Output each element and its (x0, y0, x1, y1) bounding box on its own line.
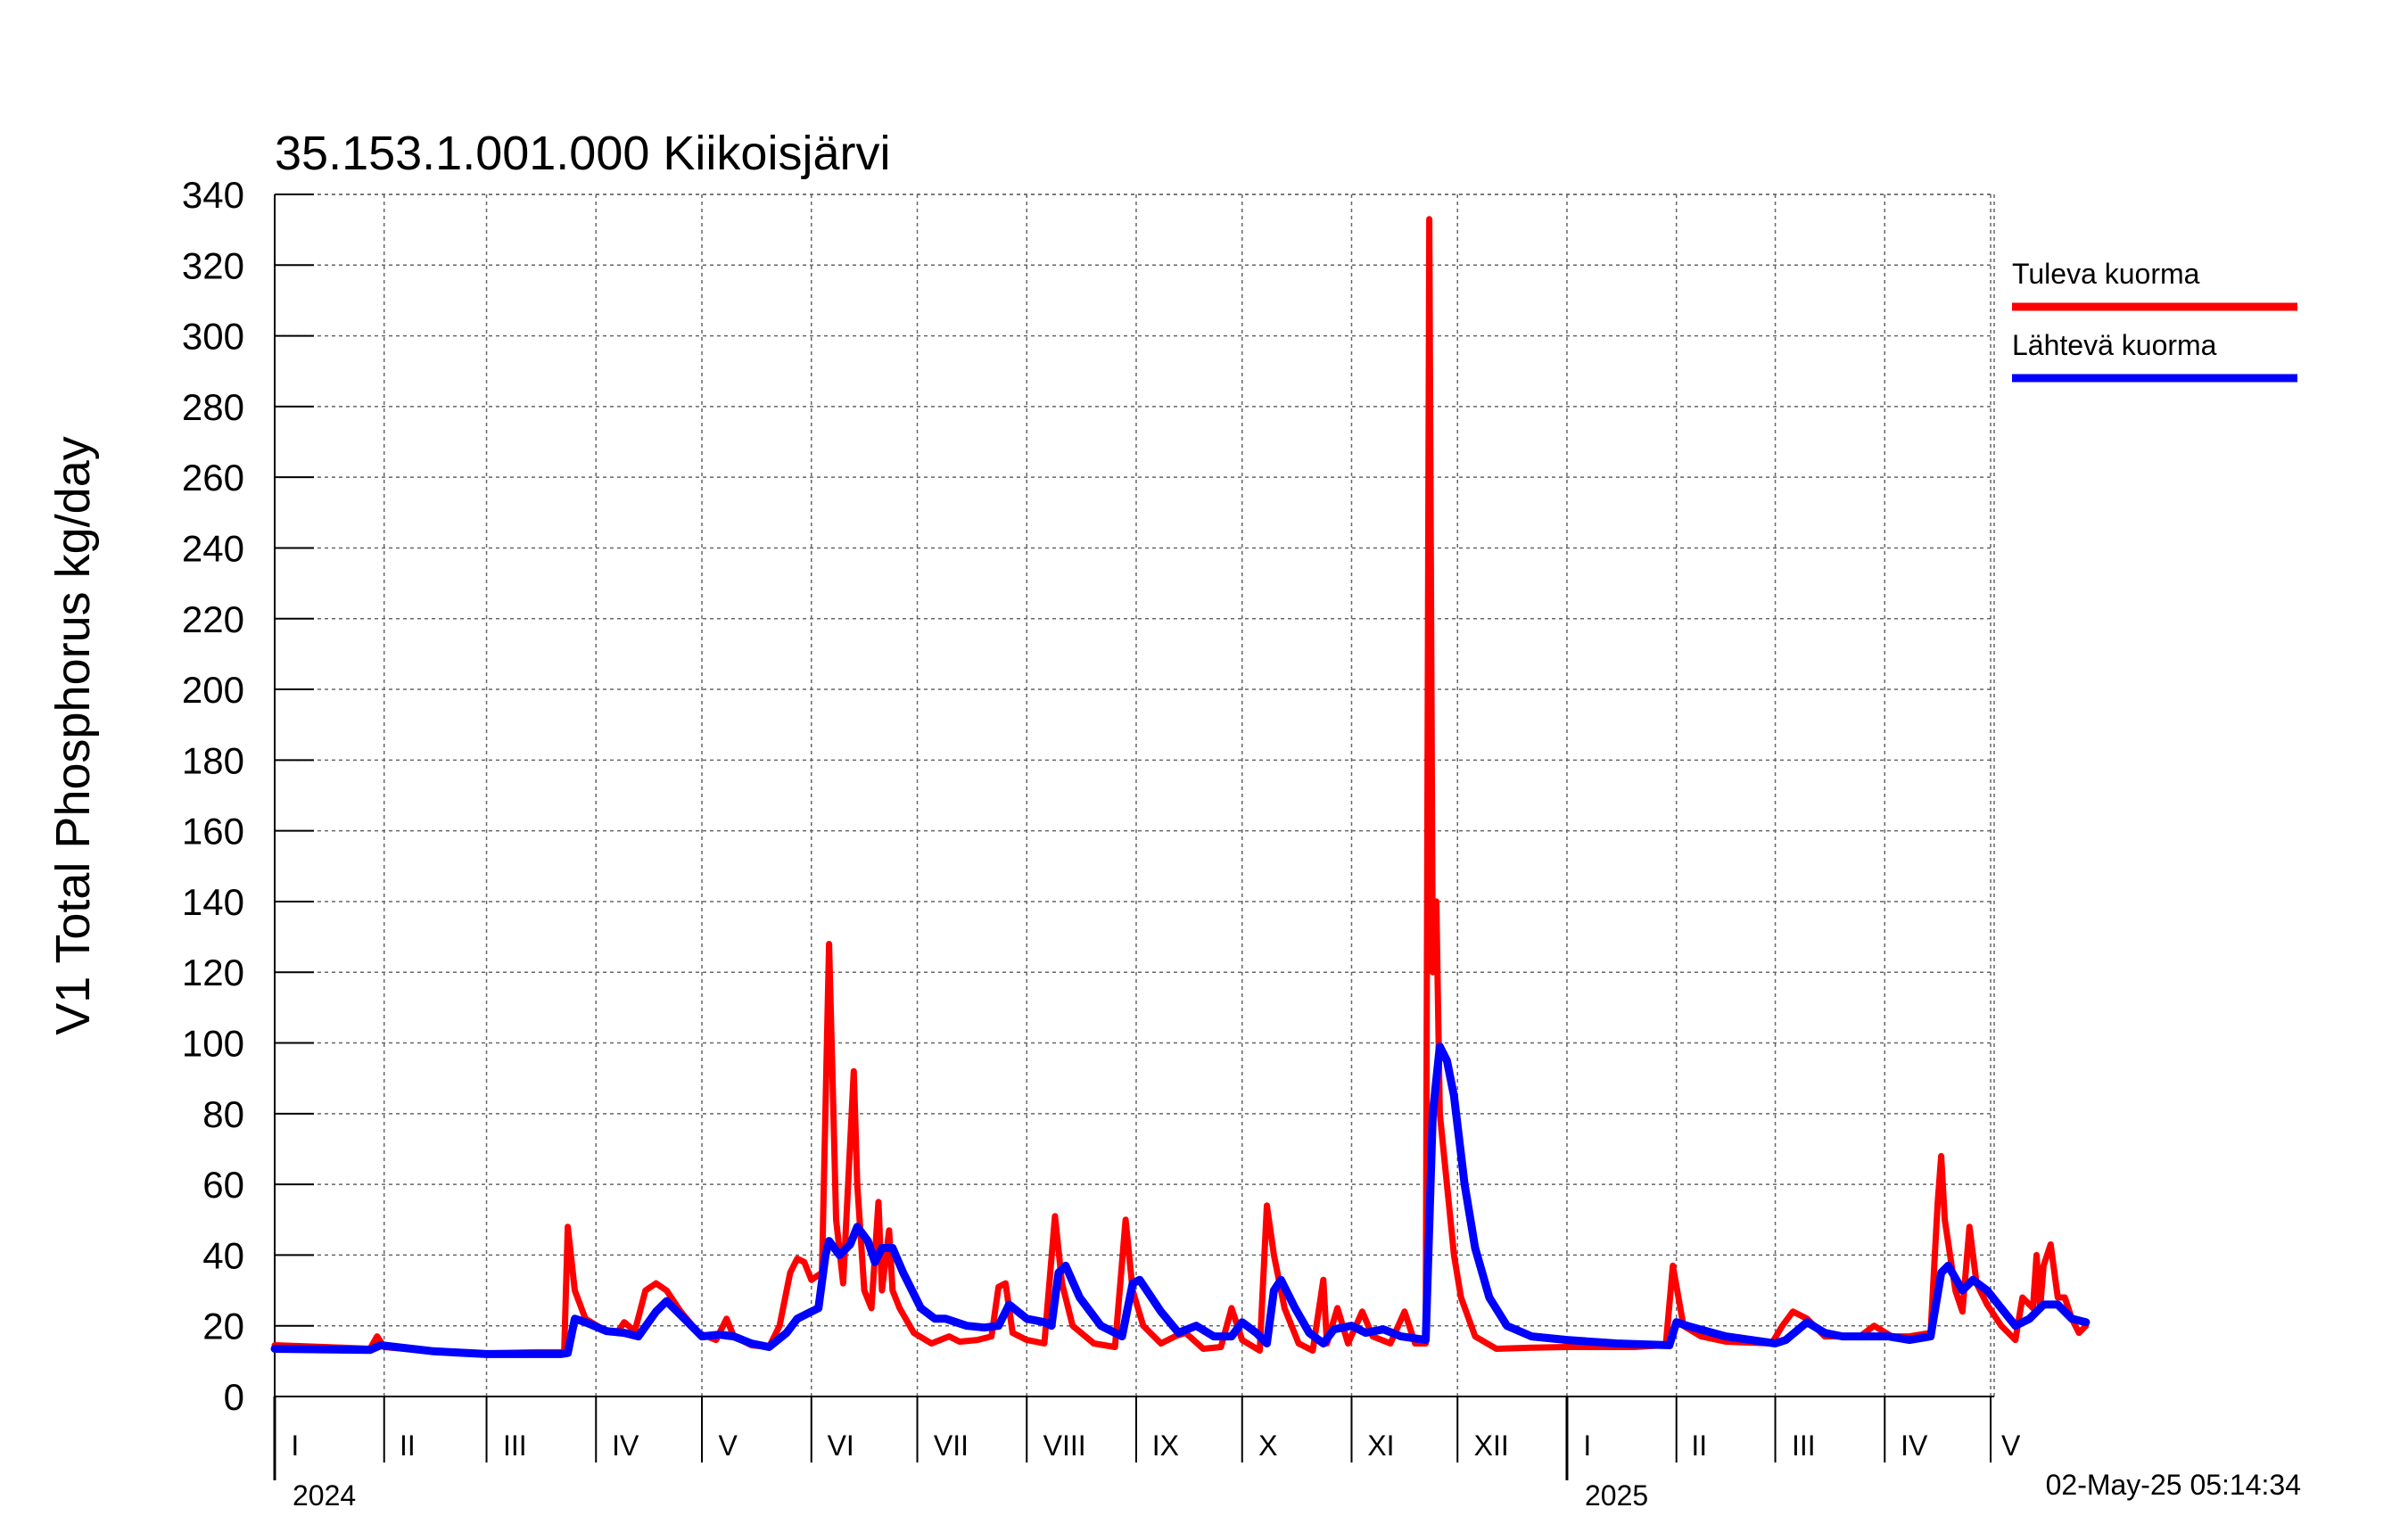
grid (275, 194, 1995, 1397)
y-tick-label: 20 (202, 1306, 244, 1347)
series-line-tuleva-kuorma (271, 216, 2090, 1357)
y-tick-label: 320 (182, 244, 244, 286)
month-label: IV (612, 1429, 639, 1462)
month-label: XII (1474, 1429, 1509, 1462)
x-axis-months: I II III IV V VI VII VIII IX X XI XII I II III IV V2024 2… (291, 1429, 2021, 1512)
month-label: VI (828, 1429, 854, 1462)
y-tick-label: 240 (182, 527, 244, 569)
month-label: VII (934, 1429, 969, 1462)
month-label: I (1583, 1429, 1591, 1462)
month-label: III (1792, 1429, 1816, 1462)
month-label: V (718, 1429, 738, 1462)
month-label: IV (1901, 1429, 1928, 1462)
month-label: II (400, 1429, 416, 1462)
month-label: XI (1367, 1429, 1394, 1462)
y-tick-label: 120 (182, 952, 244, 993)
phosphorus-chart: 35.153.1.001.000 Kiikoisjärvi V1 Total P… (46, 127, 2301, 1512)
month-label: X (1258, 1429, 1277, 1462)
month-label: VIII (1043, 1429, 1086, 1462)
month-label: V (2001, 1429, 2021, 1462)
y-tick-label: 140 (182, 881, 244, 923)
series-line-lahteva-kuorma (270, 1042, 2091, 1358)
legend-label: Tuleva kuorma (2012, 258, 2200, 290)
year-label: 2024 (293, 1479, 356, 1512)
y-tick-labels: 0 20 40 60 80 100 120 140 160 180 200 220 240 260 280 3… (182, 174, 244, 1418)
month-label: III (503, 1429, 527, 1462)
month-label: II (1691, 1429, 1707, 1462)
y-tick-label: 160 (182, 811, 244, 853)
y-axis-label: V1 Total Phosphorus kg/day (46, 436, 100, 1034)
timestamp: 02-May-25 05:14:34 (2046, 1469, 2301, 1501)
month-label: IX (1152, 1429, 1179, 1462)
y-tick-label: 0 (224, 1376, 244, 1418)
y-tick-label: 180 (182, 739, 244, 781)
chart-title: 35.153.1.001.000 Kiikoisjärvi (275, 127, 890, 180)
y-tick-label: 40 (202, 1234, 244, 1276)
y-tick-label: 200 (182, 669, 244, 711)
legend: Tuleva kuorma Lähtevä kuorma (2012, 258, 2297, 383)
y-tick-label: 60 (202, 1164, 244, 1206)
y-tick-label: 340 (182, 174, 244, 216)
year-label: 2025 (1585, 1479, 1648, 1512)
month-label: I (291, 1429, 299, 1462)
y-tick-label: 280 (182, 386, 244, 428)
y-tick-label: 100 (182, 1023, 244, 1065)
y-tick-label: 220 (182, 598, 244, 640)
y-tick-label: 80 (202, 1093, 244, 1135)
legend-label: Lähtevä kuorma (2012, 329, 2217, 361)
y-tick-label: 300 (182, 316, 244, 358)
y-tick-label: 260 (182, 457, 244, 498)
